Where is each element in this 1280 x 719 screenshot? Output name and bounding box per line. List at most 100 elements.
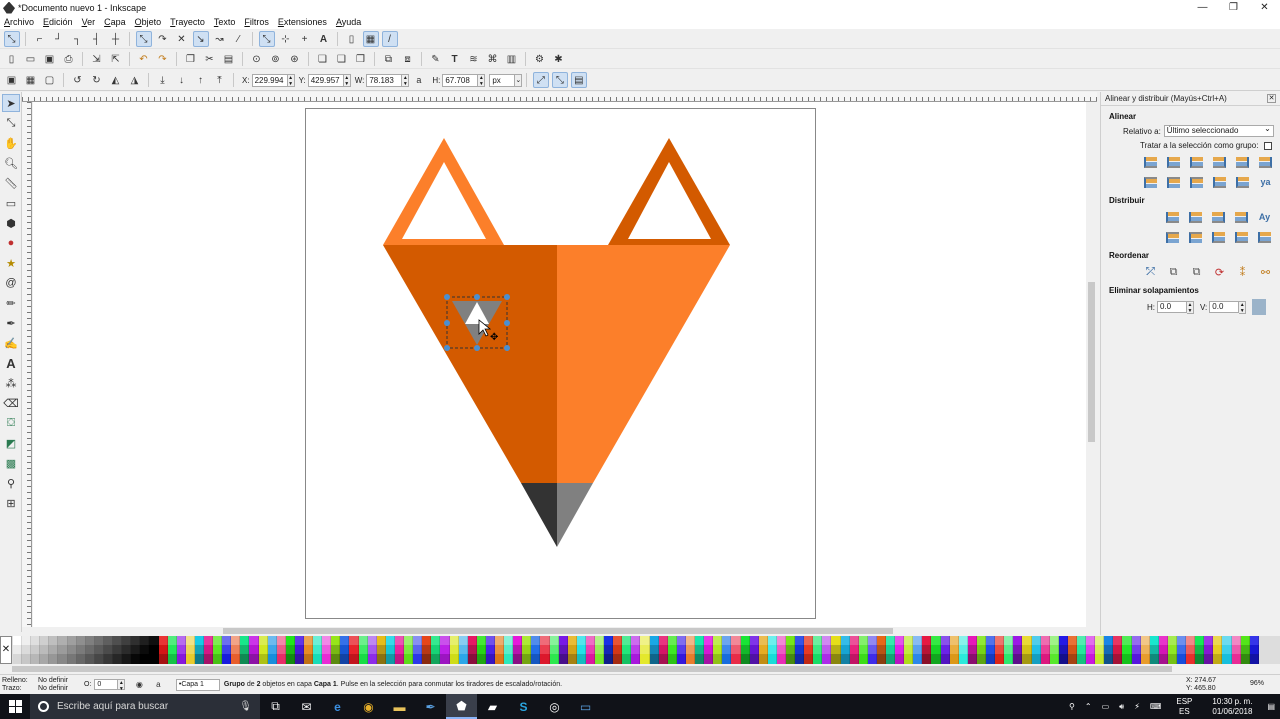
overlap-h-spinner[interactable]: ▲ ▼ [1187, 300, 1194, 314]
rotate-ccw-icon[interactable]: ↺ [70, 72, 86, 88]
face-left-half[interactable] [383, 245, 557, 483]
open-folder-icon[interactable]: ▭ [23, 51, 39, 67]
align-top-to-bottom-icon[interactable] [1233, 174, 1252, 190]
distribute-left-icon[interactable] [1163, 209, 1182, 225]
clock[interactable]: 10:30 p. m. 01/06/2018 [1207, 697, 1257, 717]
selection-handle[interactable] [474, 294, 480, 300]
center-horizontal-axis-icon[interactable] [1187, 174, 1206, 190]
skype-icon[interactable]: S [508, 694, 539, 719]
y-input[interactable]: 429.957 [307, 73, 344, 87]
snap-others-icon[interactable]: ⤡ [258, 31, 275, 47]
distribute-top-icon[interactable] [1163, 229, 1182, 245]
no-paint-swatch[interactable]: ✕ [0, 636, 12, 664]
star-tool-icon[interactable]: ★ [2, 254, 20, 272]
preferences-icon[interactable]: ✱ [551, 51, 567, 67]
menu-texto[interactable]: Texto [214, 17, 236, 27]
move-gradients-icon[interactable]: ▤ [570, 72, 587, 88]
h-input[interactable]: 67.708 [442, 73, 479, 87]
snap-toggle-icon[interactable]: ⤡ [3, 31, 20, 47]
snap-center-icon[interactable]: ⊹ [278, 31, 294, 47]
menu-filtros[interactable]: Filtros [244, 17, 269, 27]
scale-stroke-icon[interactable]: ⤢ [532, 72, 549, 88]
remove-overlaps-icon[interactable] [1252, 299, 1267, 315]
chrome-browser-icon[interactable]: ◉ [353, 694, 384, 719]
align-left-edges-icon[interactable] [1164, 154, 1183, 170]
snap-intersection-icon[interactable]: ✕ [174, 31, 190, 47]
palette-scrollbar[interactable] [0, 664, 1280, 674]
3d-box-tool-icon[interactable]: ⬢ [2, 214, 20, 232]
selection-handle[interactable] [444, 320, 450, 326]
save-icon[interactable]: ▣ [42, 51, 58, 67]
zoom-value[interactable]: 96% [1250, 680, 1264, 687]
opacity-spinner[interactable]: ▲ ▼ [118, 679, 126, 692]
align-right-anchor-icon[interactable] [1256, 154, 1275, 170]
vertical-ruler[interactable] [22, 102, 32, 627]
selection-handle[interactable] [444, 294, 450, 300]
tweak-tool-icon[interactable]: ✋ [2, 134, 20, 152]
close-button[interactable]: ✕ [1249, 0, 1280, 15]
pen-tool-icon[interactable]: ✒ [2, 314, 20, 332]
snap-bbox-midpoint-icon[interactable]: ┤ [89, 31, 105, 47]
gradient-tool-icon[interactable]: ◩ [2, 434, 20, 452]
selection-handle[interactable] [504, 294, 510, 300]
fill-stroke-indicator[interactable]: Relleno: No definir Trazo: No definir [0, 677, 82, 693]
align-top-edges-icon[interactable] [1164, 174, 1183, 190]
remote-desktop-icon[interactable]: ▭ [570, 694, 601, 719]
overlap-h-input[interactable]: 0.0 [1157, 301, 1187, 313]
menu-extensiones[interactable]: Extensiones [278, 17, 327, 27]
selection-handle[interactable] [474, 345, 480, 351]
calligraphy-tool-icon[interactable]: ✍ [2, 334, 20, 352]
redo-icon[interactable]: ↷ [155, 51, 171, 67]
text-tool-icon[interactable]: A [2, 354, 20, 372]
export-icon[interactable]: ⇱ [108, 51, 124, 67]
language-indicator[interactable]: ESP ES [1171, 697, 1197, 717]
rectangle-tool-icon[interactable]: ▭ [2, 194, 20, 212]
network-icon[interactable]: ⚡︎ [1134, 702, 1140, 711]
mail-app-icon[interactable]: ✉ [291, 694, 322, 719]
deselect-icon[interactable]: ▢ [42, 72, 58, 88]
media-app-icon[interactable]: ▰ [477, 694, 508, 719]
zoom-drawing-icon[interactable]: ⊚ [268, 51, 284, 67]
edge-browser-icon[interactable]: e [322, 694, 353, 719]
align-bottom-edges-icon[interactable] [1210, 174, 1229, 190]
menu-capa[interactable]: Capa [104, 17, 126, 27]
palette-row[interactable] [13, 636, 1275, 645]
ungroup-icon[interactable]: ⧈ [400, 51, 416, 67]
eraser-tool-icon[interactable]: ⌫ [2, 394, 20, 412]
exchange-selection-order-icon[interactable]: ⧉ [1164, 264, 1183, 280]
opacity-input[interactable]: 0 [94, 679, 119, 690]
vertical-scroll-thumb[interactable] [1088, 282, 1095, 442]
snap-smooth-icon[interactable]: ↝ [212, 31, 228, 47]
color-palette[interactable]: ✕ [0, 636, 1280, 664]
snap-bbox-edge-icon[interactable]: ┘ [51, 31, 67, 47]
drawing-canvas[interactable]: ✥ [33, 102, 1086, 627]
exchange-clockwise-icon[interactable]: ⟳ [1210, 264, 1229, 280]
select-all-layers-icon[interactable]: ▦ [23, 72, 39, 88]
horizontal-ruler[interactable] [22, 92, 1097, 102]
zoom-tool-icon[interactable]: 🔍︎ [2, 154, 20, 172]
layer-visibility-icon[interactable]: ◉ [131, 677, 147, 693]
volume-icon[interactable]: 🔊︎ [1119, 702, 1124, 712]
dock-close-icon[interactable]: ✕ [1267, 94, 1276, 103]
snap-path-icon[interactable]: ↷ [155, 31, 171, 47]
selection-handle[interactable] [444, 345, 450, 351]
new-document-icon[interactable]: ▯ [4, 51, 20, 67]
menu-objeto[interactable]: Objeto [135, 17, 162, 27]
nose-left[interactable] [521, 483, 557, 547]
pen-app-icon[interactable]: ✒ [415, 694, 446, 719]
palette-row[interactable] [13, 654, 1275, 664]
notifications-icon[interactable]: ▤ [1267, 702, 1275, 711]
snap-cusp-icon[interactable]: ↘ [192, 31, 209, 47]
power-icon[interactable]: ▭ [1102, 702, 1110, 711]
distribute-baseline-v-icon[interactable] [1255, 229, 1274, 245]
distribute-gaps-v-icon[interactable] [1232, 229, 1251, 245]
relative-to-select[interactable]: Último seleccionado [1163, 124, 1274, 137]
distribute-right-icon[interactable] [1209, 209, 1228, 225]
menu-trayecto[interactable]: Trayecto [170, 17, 205, 27]
snap-grid-icon[interactable]: ▦ [362, 31, 379, 47]
raise-icon[interactable]: ↑ [193, 72, 209, 88]
snap-page-icon[interactable]: ▯ [344, 31, 360, 47]
text-font-icon[interactable]: T [447, 51, 463, 67]
zoom-selection-icon[interactable]: ⊙ [249, 51, 265, 67]
snap-rotation-icon[interactable]: + [297, 31, 313, 47]
